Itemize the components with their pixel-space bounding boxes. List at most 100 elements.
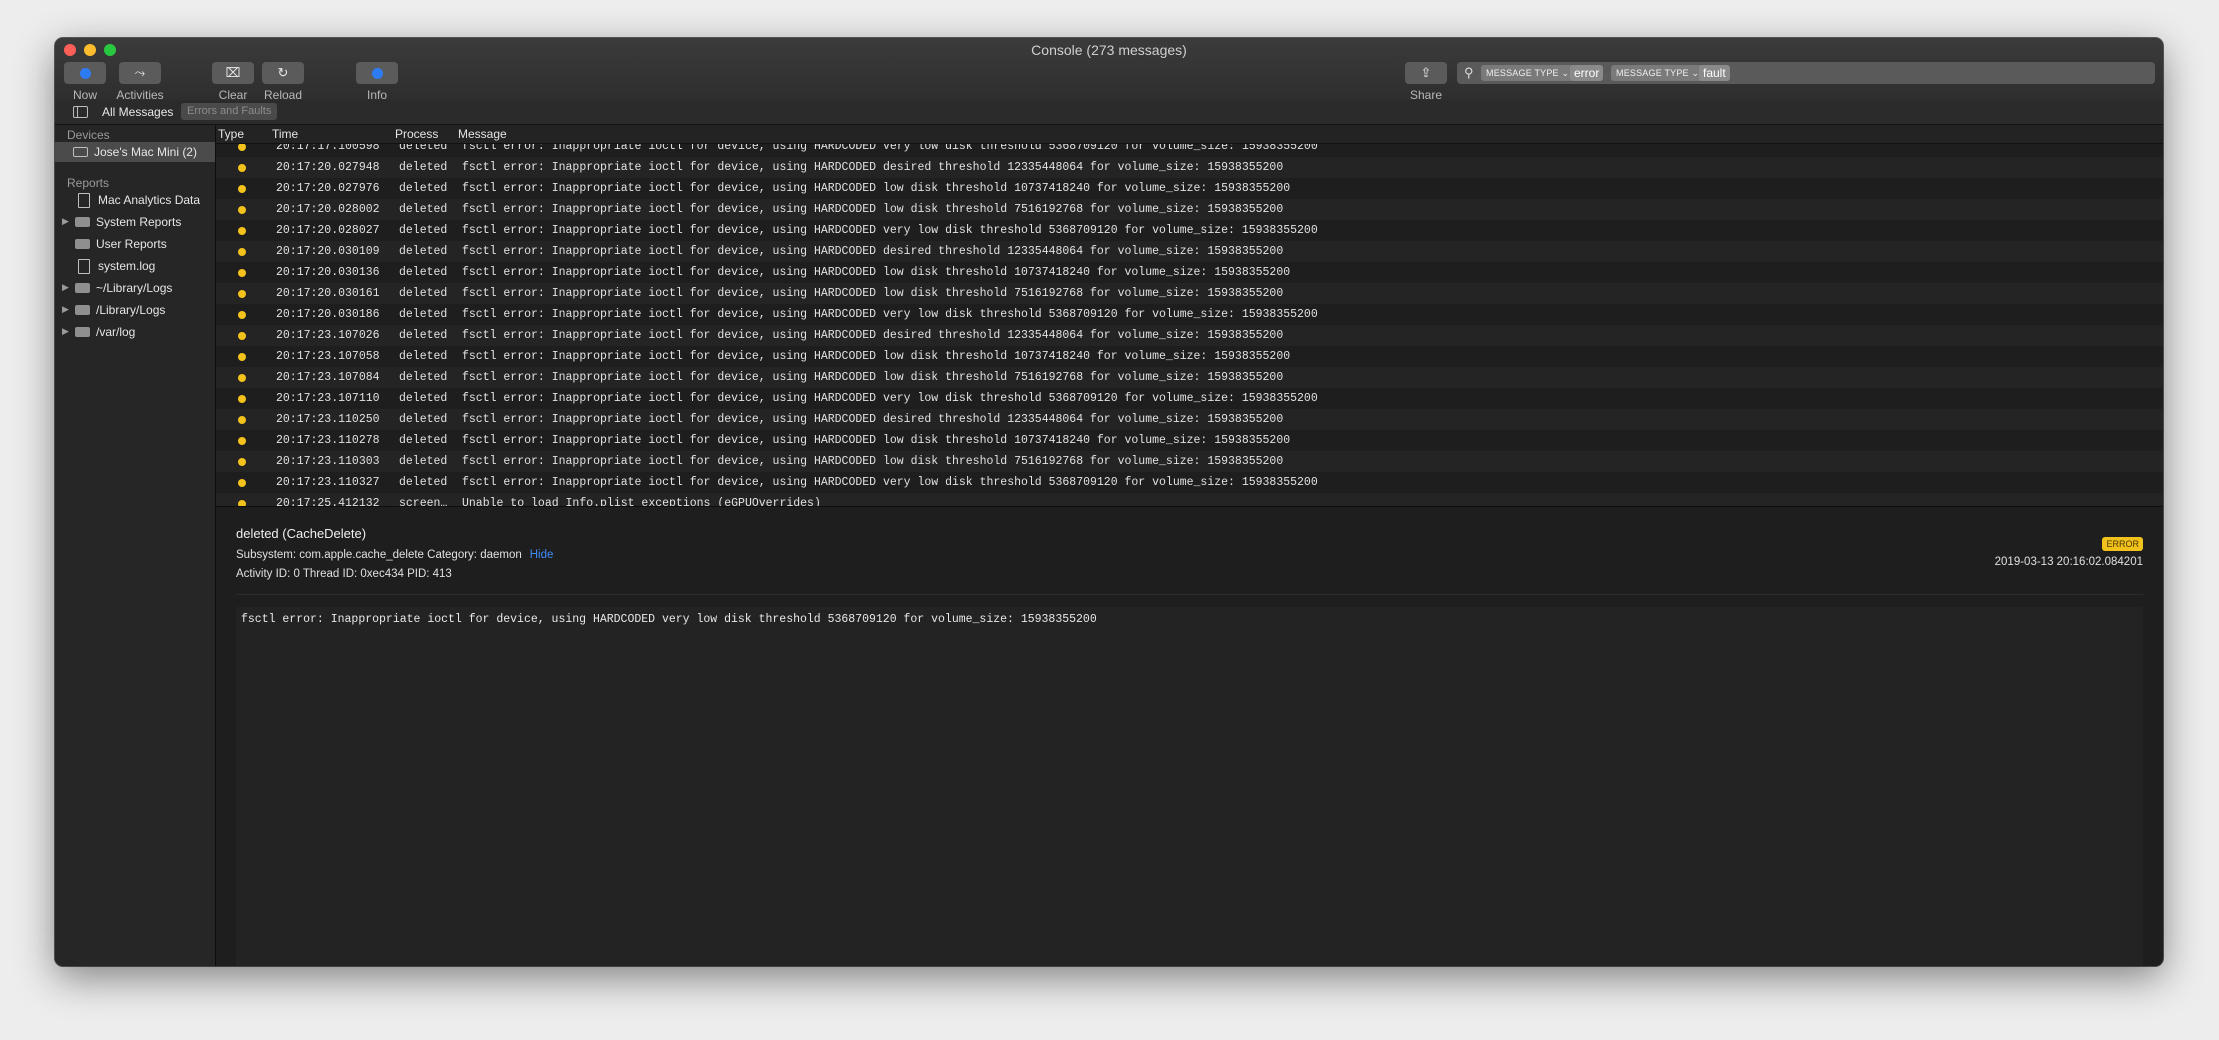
table-row[interactable]: 20:17:20.028027 deleted fsctl error: Inapp…: [216, 220, 2163, 241]
search-field[interactable]: ⚲ MESSAGE TYPE ⌄ error MESSAGE TYPE ⌄ fa…: [1457, 62, 2155, 84]
row-message: fsctl error: Inappropriate ioctl for dev…: [462, 203, 1284, 216]
column-message[interactable]: Message: [458, 127, 507, 141]
sidebar-item-label: Mac Analytics Data: [98, 193, 201, 207]
row-process: deleted: [399, 144, 448, 153]
folder-icon: [75, 305, 90, 315]
scope-bar: All Messages Errors and Faults: [55, 100, 2163, 125]
sidebar-item-device[interactable]: Jose's Mac Mini (2): [55, 142, 215, 162]
table-row[interactable]: 20:17:23.107110 deleted fsctl error: Inapp…: [216, 388, 2163, 409]
hide-link[interactable]: Hide: [530, 549, 554, 561]
info-icon: [371, 67, 383, 79]
sidebar-devices-header: Devices: [67, 128, 110, 142]
error-dot-icon: [238, 437, 246, 445]
row-process: deleted: [399, 434, 448, 447]
detail-timestamp: 2019-03-13 20:16:02.084201: [1994, 556, 2143, 568]
error-dot-icon: [238, 227, 246, 235]
sidebar-reports-header: Reports: [67, 176, 110, 190]
document-icon: [78, 192, 90, 208]
folder-icon: [75, 217, 90, 227]
activities-icon: ⤳: [134, 65, 146, 80]
now-button[interactable]: [64, 62, 106, 84]
table-row[interactable]: 20:17:20.027976 deleted fsctl error: Inapp…: [216, 178, 2163, 199]
search-token-value-1[interactable]: error: [1570, 65, 1604, 81]
error-dot-icon: [238, 374, 246, 382]
row-time: 20:17:23.107026: [276, 329, 380, 342]
search-token-type-2[interactable]: MESSAGE TYPE ⌄: [1611, 65, 1705, 81]
activities-button[interactable]: ⤳: [119, 62, 161, 84]
row-process: deleted: [399, 329, 448, 342]
row-time: 20:17:20.030109: [276, 245, 380, 258]
clear-button[interactable]: ⌧: [212, 62, 254, 84]
error-dot-icon: [238, 269, 246, 277]
sidebar-item-user-reports[interactable]: User Reports: [75, 235, 167, 253]
info-button[interactable]: [356, 62, 398, 84]
scope-all-messages[interactable]: All Messages: [102, 105, 173, 119]
search-icon: ⚲: [1464, 65, 1474, 80]
disclosure-triangle-icon[interactable]: ▶: [62, 216, 69, 227]
reload-button[interactable]: ↻: [262, 62, 304, 84]
row-process: deleted: [399, 413, 448, 426]
sidebar-item-label: /var/log: [96, 325, 136, 339]
column-time[interactable]: Time: [272, 127, 298, 141]
row-time: 20:17:20.030161: [276, 287, 380, 300]
row-time: 20:17:23.110250: [276, 413, 380, 426]
sidebar-toggle-icon[interactable]: [73, 106, 88, 118]
row-time: 20:17:23.107058: [276, 350, 380, 363]
search-token-type-1[interactable]: MESSAGE TYPE ⌄: [1481, 65, 1575, 81]
row-time: 20:17:23.110278: [276, 434, 380, 447]
table-row[interactable]: 20:17:20.030161 deleted fsctl error: Inapp…: [216, 283, 2163, 304]
sidebar-item-user-library-logs[interactable]: ~/Library/Logs: [75, 279, 172, 297]
table-row[interactable]: 20:17:23.110327 deleted fsctl error: Inapp…: [216, 472, 2163, 493]
row-message: fsctl error: Inappropriate ioctl for dev…: [462, 350, 1291, 363]
error-dot-icon: [238, 164, 246, 172]
column-process[interactable]: Process: [395, 127, 438, 141]
row-process: deleted: [399, 476, 448, 489]
detail-subsystem: Subsystem: com.apple.cache_delete Catego…: [236, 549, 553, 561]
disclosure-triangle-icon[interactable]: ▶: [62, 326, 69, 337]
folder-icon: [75, 239, 90, 249]
disclosure-triangle-icon[interactable]: ▶: [62, 282, 69, 293]
share-button[interactable]: ⇪: [1405, 62, 1447, 84]
detail-subsystem-text: Subsystem: com.apple.cache_delete Catego…: [236, 549, 522, 561]
error-dot-icon: [238, 395, 246, 403]
column-type[interactable]: Type: [218, 127, 244, 141]
table-row[interactable]: 20:17:25.412132 screen… Unable to load Inf…: [216, 493, 2163, 506]
computer-icon: [73, 147, 88, 157]
row-process: deleted: [399, 392, 448, 405]
sidebar-item-system-reports[interactable]: System Reports: [75, 213, 181, 231]
table-row[interactable]: 20:17:20.027948 deleted fsctl error: Inapp…: [216, 157, 2163, 178]
row-process: deleted: [399, 224, 448, 237]
table-row[interactable]: 20:17:17.100598 deleted fsctl error: Inapp…: [216, 144, 2163, 157]
error-dot-icon: [238, 185, 246, 193]
table-row[interactable]: 20:17:20.028002 deleted fsctl error: Inapp…: [216, 199, 2163, 220]
row-message: fsctl error: Inappropriate ioctl for dev…: [462, 245, 1284, 258]
disclosure-triangle-icon[interactable]: ▶: [62, 304, 69, 315]
row-time: 20:17:23.110327: [276, 476, 380, 489]
table-row[interactable]: 20:17:23.107026 deleted fsctl error: Inapp…: [216, 325, 2163, 346]
sidebar-item-library-logs[interactable]: /Library/Logs: [75, 301, 165, 319]
row-process: deleted: [399, 266, 448, 279]
sidebar-item-mac-analytics[interactable]: Mac Analytics Data: [75, 191, 200, 209]
table-row[interactable]: 20:17:23.110278 deleted fsctl error: Inapp…: [216, 430, 2163, 451]
table-row[interactable]: 20:17:23.107058 deleted fsctl error: Inapp…: [216, 346, 2163, 367]
table-row[interactable]: 20:17:23.107084 deleted fsctl error: Inapp…: [216, 367, 2163, 388]
table-row[interactable]: 20:17:20.030186 deleted fsctl error: Inapp…: [216, 304, 2163, 325]
row-time: 20:17:25.412132: [276, 497, 380, 506]
sidebar-item-system-log[interactable]: system.log: [75, 257, 155, 275]
row-process: deleted: [399, 245, 448, 258]
table-row[interactable]: 20:17:23.110250 deleted fsctl error: Inapp…: [216, 409, 2163, 430]
table-row[interactable]: 20:17:20.030109 deleted fsctl error: Inapp…: [216, 241, 2163, 262]
search-token-value-2[interactable]: fault: [1699, 65, 1730, 81]
row-message: fsctl error: Inappropriate ioctl for dev…: [462, 476, 1318, 489]
row-time: 20:17:20.030186: [276, 308, 380, 321]
sidebar-item-var-log[interactable]: /var/log: [75, 323, 135, 341]
row-time: 20:17:23.107110: [276, 392, 380, 405]
share-icon: ⇪: [1420, 65, 1432, 80]
sidebar-item-label: system.log: [98, 259, 156, 273]
table-row[interactable]: 20:17:23.110303 deleted fsctl error: Inapp…: [216, 451, 2163, 472]
scope-errors-and-faults[interactable]: Errors and Faults: [181, 103, 278, 120]
document-icon: [78, 258, 90, 274]
detail-message-box[interactable]: fsctl error: Inappropriate ioctl for dev…: [236, 607, 2143, 966]
clear-icon: ⌧: [225, 65, 241, 80]
table-row[interactable]: 20:17:20.030136 deleted fsctl error: Inapp…: [216, 262, 2163, 283]
